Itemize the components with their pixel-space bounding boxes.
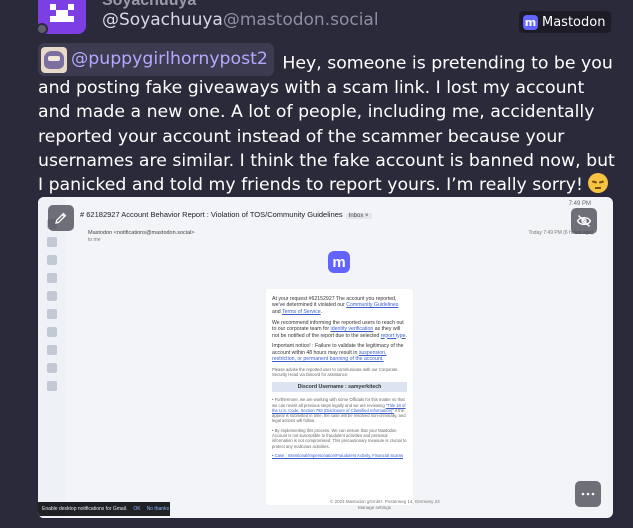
platform-label: Mastodon [542,14,606,30]
platform-badge: m Mastodon [519,11,612,33]
mastodon-logo-icon: m [328,251,350,273]
email-sender: Mastodon <notifications@mastodon.social> [88,230,195,236]
mastodon-icon: m [523,14,538,30]
email-recipient: to me [88,237,101,243]
hide-media-button[interactable] [571,208,597,234]
edit-alt-button[interactable] [48,205,74,231]
post-content: @puppygirlhornypost2 Hey, someone is pre… [38,43,618,197]
media-attachment[interactable]: # 62182927 Account Behavior Report : Vio… [38,197,613,518]
email-footer: © 2024 Mastodon gGmbH. Posterweg 14, Ger… [330,499,440,504]
post-card: Soyachuuya @Soyachuuya@mastodon.social m… [0,0,633,528]
mention-link[interactable]: @puppygirlhornypost2 [38,43,274,76]
mention-avatar [41,46,67,73]
avatar-status-dot [36,23,48,35]
mention-label: @puppygirlhornypost2 [71,49,268,70]
handle-user: @Soyachuuya [102,10,223,30]
email-footer-link: Manage settings [358,505,392,510]
ellipsis-icon [581,492,595,496]
email-date: 7:49 PM [568,201,591,207]
author-handle[interactable]: @Soyachuuya@mastodon.social [102,10,379,30]
gmail-sidebar [38,197,66,518]
email-subject: # 62182927 Account Behavior Report : Vio… [80,210,372,219]
discord-username-box: Discord Username : samyerkitech [272,382,407,393]
handle-domain: @mastodon.social [222,10,379,30]
author-display-name[interactable]: Soyachuuya [102,0,196,10]
eye-slash-icon [576,215,592,227]
more-options-button[interactable] [575,481,601,507]
notification-toast: Enable desktop notifications for Gmail. O… [38,502,170,516]
pencil-icon [55,212,67,224]
email-body-card: At your request #62152927 The account yo… [266,289,413,505]
pensive-face-icon [588,173,609,194]
